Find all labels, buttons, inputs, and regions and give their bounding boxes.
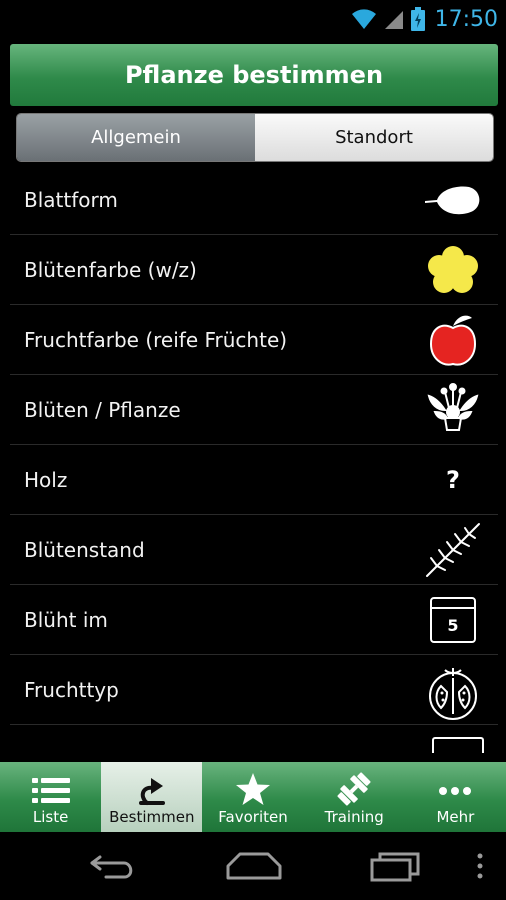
menu-dots-icon[interactable] [476,853,484,879]
segmented-control: Allgemein Standort [16,113,494,162]
list-item-label: Blüht im [24,607,108,632]
star-icon [236,773,270,805]
identify-icon [138,778,165,805]
list-item-label: Fruchttyp [24,677,119,702]
list-item-fruchtfarbe[interactable]: Fruchtfarbe (reife Früchte) [10,305,498,375]
list-item-blueht-im[interactable]: Blüht im 5 [10,585,498,655]
list-item-bluetenstand[interactable]: Blütenstand [10,515,498,585]
list-item-partial[interactable] [10,725,498,753]
criteria-list: Blattform Blütenfarbe (w/z) Fruchtfarbe … [10,165,498,753]
status-bar: 17:50 [0,0,506,38]
list-item-holz[interactable]: Holz ? [10,445,498,515]
tab-label: Mehr [436,808,475,826]
partial-icon [432,737,484,753]
system-nav-bar [0,832,506,900]
title-bar: Pflanze bestimmen [10,44,498,106]
tab-training[interactable]: Training [304,762,405,832]
tab-liste[interactable]: Liste [0,762,101,832]
status-time: 17:50 [434,6,498,32]
list-item-label: Blüten / Pflanze [24,397,181,422]
list-item-label: Blattform [24,187,118,212]
page-title: Pflanze bestimmen [124,61,384,89]
tab-favoriten[interactable]: Favoriten [202,762,303,832]
recent-apps-icon[interactable] [370,850,422,882]
calendar-icon: 5 [422,592,484,648]
branch-icon [422,522,484,578]
battery-icon [410,7,425,31]
tab-label: Training [324,808,384,826]
list-item-label: Blütenfarbe (w/z) [24,257,197,282]
yellow-flower-icon [422,242,484,298]
status-icons: 17:50 [351,6,498,32]
tab-standort[interactable]: Standort [255,114,493,161]
list-icon [31,778,70,803]
list-item-fruchttyp[interactable]: Fruchttyp [10,655,498,725]
signal-icon [384,11,403,29]
leaf-icon [422,172,484,228]
question-mark: ? [446,465,460,494]
calendar-day: 5 [447,616,459,635]
red-apple-icon [422,312,484,368]
list-item-blattform[interactable]: Blattform [10,165,498,235]
wifi-icon [351,9,376,29]
tab-mehr[interactable]: Mehr [405,762,506,832]
list-item-label: Blütenstand [24,537,145,562]
fruit-section-icon [422,662,484,720]
list-item-label: Fruchtfarbe (reife Früchte) [24,327,288,352]
back-icon[interactable] [88,851,138,881]
home-icon[interactable] [226,852,282,880]
tab-bestimmen[interactable]: Bestimmen [101,762,203,832]
tab-label: Bestimmen [109,808,195,826]
tab-allgemein[interactable]: Allgemein [17,114,255,161]
list-item-blueten-pflanze[interactable]: Blüten / Pflanze [10,375,498,445]
list-item-bluetenfarbe[interactable]: Blütenfarbe (w/z) [10,235,498,305]
question-icon: ? [422,452,484,508]
list-item-label: Holz [24,467,68,492]
more-icon [439,787,472,795]
flower-diagram-icon [422,382,484,438]
dumbbell-icon [337,772,371,806]
bottom-tab-bar: Liste Bestimmen Favoriten Training Mehr [0,762,506,832]
tab-label: Favoriten [218,808,288,826]
tab-label: Liste [32,808,69,826]
